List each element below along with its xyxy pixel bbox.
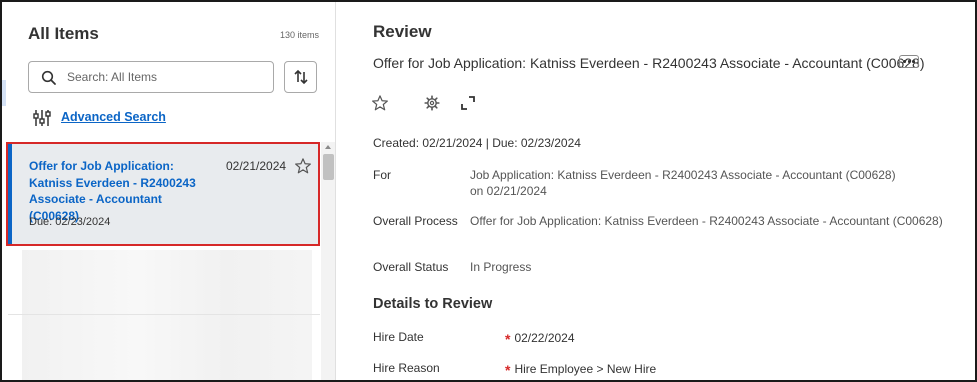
scrollbar-thumb[interactable] (323, 154, 334, 180)
sort-button[interactable] (284, 61, 317, 93)
required-marker: * (505, 362, 511, 378)
field-label-overall-status: Overall Status (373, 260, 449, 274)
field-hire-date: * 02/22/2024 (505, 329, 575, 347)
field-value-overall-process: Offer for Job Application: Katniss Everd… (470, 214, 943, 228)
field-label-overall-process: Overall Process (373, 214, 458, 228)
search-icon (41, 70, 56, 85)
selected-indicator (8, 144, 12, 244)
field-value-overall-status: In Progress (470, 260, 532, 274)
search-box[interactable] (28, 61, 274, 93)
created-due-meta: Created: 02/21/2024 | Due: 02/23/2024 (373, 136, 581, 150)
field-value-hire-date: 02/22/2024 (514, 331, 575, 345)
item-count: 130 items (280, 30, 320, 40)
details-section-title: Details to Review (373, 296, 493, 312)
sort-icon (293, 69, 308, 85)
star-icon[interactable] (294, 157, 312, 175)
search-input[interactable] (67, 62, 267, 92)
app-frame: All Items 130 items Adv (0, 0, 977, 382)
list-item-title[interactable]: Offer for Job Application: Katniss Everd… (29, 158, 215, 224)
panel-accent-bar (2, 80, 6, 106)
field-hire-reason: * Hire Employee > New Hire (505, 360, 657, 378)
field-value-hire-reason: Hire Employee > New Hire (514, 362, 657, 376)
more-icon[interactable] (899, 55, 919, 68)
scroll-up-arrow-icon[interactable] (325, 145, 331, 149)
field-label-for: For (373, 168, 391, 182)
required-marker: * (505, 331, 511, 347)
list-item-selected[interactable]: Offer for Job Application: Katniss Everd… (6, 142, 320, 246)
panel-title: All Items (28, 24, 99, 43)
star-icon[interactable] (371, 94, 389, 112)
loading-placeholder (22, 250, 312, 380)
gear-icon[interactable] (424, 95, 440, 111)
field-label-hire-reason: Hire Reason (373, 361, 440, 375)
list-item-due: Due: 02/23/2024 (29, 216, 111, 228)
field-label-hire-date: Hire Date (373, 330, 424, 344)
field-value-for: Job Application: Katniss Everdeen - R240… (470, 168, 896, 198)
advanced-search-link[interactable]: Advanced Search (61, 110, 166, 124)
review-panel: Review Offer for Job Application: Katnis… (337, 2, 975, 380)
list-item-date: 02/21/2024 (226, 159, 287, 173)
review-title: Review (373, 22, 432, 41)
divider (8, 314, 320, 315)
expand-icon[interactable] (460, 95, 476, 111)
filter-sliders-icon[interactable] (32, 108, 52, 128)
items-panel: All Items 130 items Adv (2, 2, 336, 380)
review-subtitle: Offer for Job Application: Katniss Everd… (373, 55, 925, 71)
